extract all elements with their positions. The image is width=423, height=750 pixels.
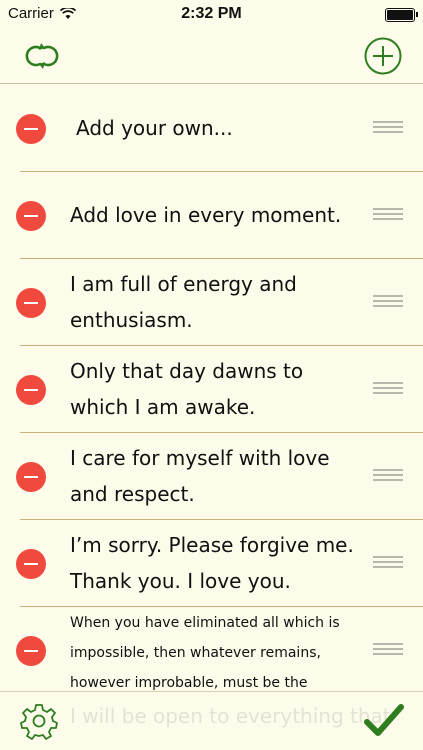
list-item: I’m sorry. Please forgive me. Thank you.…	[0, 520, 423, 607]
affirmation-text[interactable]: I’m sorry. Please forgive me. Thank you.…	[70, 527, 360, 599]
reorder-handle-icon[interactable]	[373, 295, 403, 307]
partially-hidden-list-item: I will be open to everything that	[70, 704, 391, 728]
reorder-handle-icon[interactable]	[373, 382, 403, 394]
reorder-handle-icon[interactable]	[373, 121, 403, 133]
list-item: I am full of energy and enthusiasm.	[0, 259, 423, 346]
reorder-handle-icon[interactable]	[373, 208, 403, 220]
affirmation-text[interactable]: Only that day dawns to which I am awake.	[70, 353, 360, 425]
delete-button[interactable]	[16, 549, 46, 579]
affirmation-text[interactable]: I am full of energy and enthusiasm.	[70, 266, 360, 338]
affirmation-list: Add your own... Add love in every moment…	[0, 85, 423, 691]
gear-icon	[20, 704, 58, 740]
affirmation-text[interactable]: Add your own...	[76, 110, 366, 146]
list-item: Add love in every moment.	[0, 172, 423, 259]
list-item: Only that day dawns to which I am awake.	[0, 346, 423, 433]
affirmation-text[interactable]: I care for myself with love and respect.	[70, 440, 360, 512]
status-bar: Carrier 2:32 PM	[0, 0, 423, 30]
list-item: Add your own...	[0, 85, 423, 172]
delete-button[interactable]	[16, 201, 46, 231]
bottom-toolbar: I will be open to everything that	[0, 691, 423, 750]
settings-button[interactable]	[20, 702, 58, 740]
reorder-handle-icon[interactable]	[373, 556, 403, 568]
delete-button[interactable]	[16, 375, 46, 405]
delete-button[interactable]	[16, 462, 46, 492]
done-button[interactable]	[363, 700, 405, 742]
battery-icon	[385, 8, 418, 22]
reorder-handle-icon[interactable]	[373, 643, 403, 655]
reorder-handle-icon[interactable]	[373, 469, 403, 481]
plus-circle-icon	[364, 37, 402, 75]
delete-button[interactable]	[16, 114, 46, 144]
status-time: 2:32 PM	[181, 5, 242, 22]
nav-bar	[0, 30, 423, 84]
affirmation-text[interactable]: Add love in every moment.	[70, 197, 360, 233]
add-button[interactable]	[363, 36, 403, 76]
refresh-button[interactable]	[20, 36, 64, 76]
affirmation-text[interactable]: When you have eliminated all which is im…	[70, 608, 350, 691]
delete-button[interactable]	[16, 288, 46, 318]
delete-button[interactable]	[16, 636, 46, 666]
checkmark-icon	[364, 704, 404, 736]
list-item: I care for myself with love and respect.	[0, 433, 423, 520]
list-item: When you have eliminated all which is im…	[0, 607, 423, 691]
refresh-icon	[25, 43, 59, 69]
